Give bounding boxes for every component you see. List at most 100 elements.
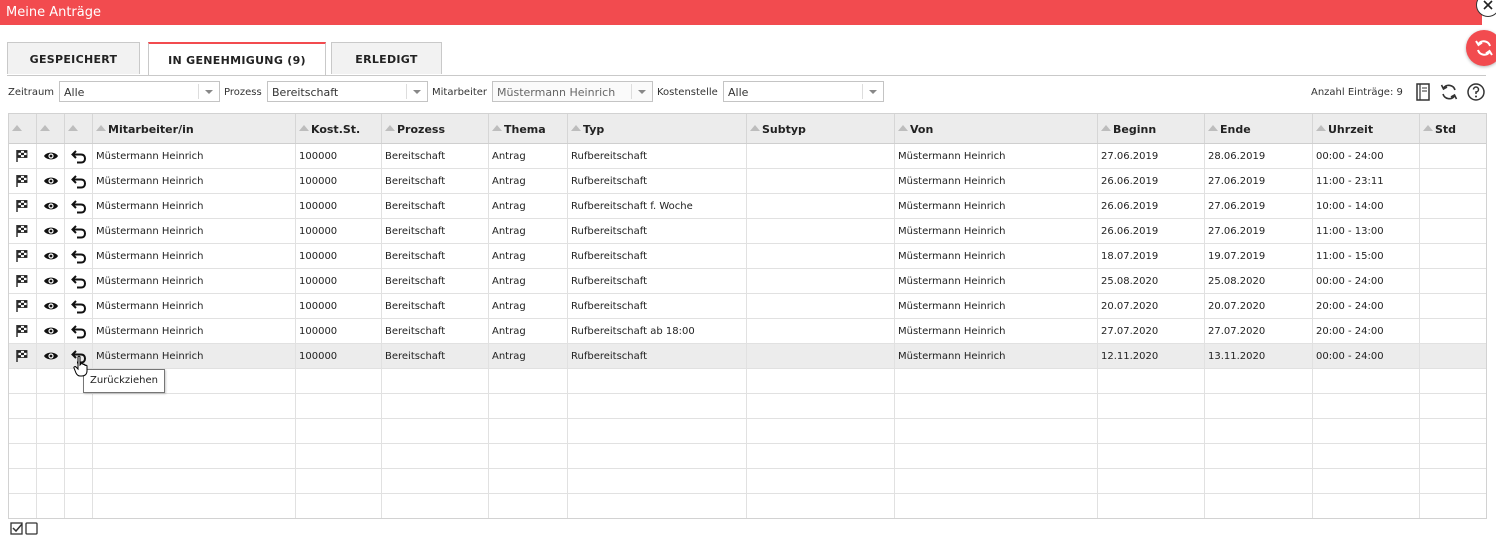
cell-beginn: 27.07.2020 — [1098, 319, 1205, 343]
empty-cell — [1313, 494, 1420, 518]
empty-table-row — [9, 419, 1486, 444]
column-header-mitarbeiter[interactable]: Mitarbeiter/in — [93, 114, 296, 143]
empty-cell — [895, 394, 1098, 418]
empty-table-row — [9, 444, 1486, 469]
refresh-button[interactable] — [1466, 30, 1496, 66]
cell-ende: 27.06.2019 — [1205, 219, 1313, 243]
column-header-uhrzeit[interactable]: Uhrzeit — [1313, 114, 1420, 143]
table-row[interactable]: Müstermann Heinrich 100000 Bereitschaft Ant… — [9, 144, 1486, 169]
cell-std — [1420, 144, 1486, 168]
empty-cell — [65, 494, 93, 518]
undo-icon[interactable] — [65, 219, 93, 243]
cell-ende: 27.07.2020 — [1205, 319, 1313, 343]
empty-cell — [568, 494, 747, 518]
empty-cell — [1420, 469, 1486, 493]
eye-icon[interactable] — [37, 194, 65, 218]
flag-icon[interactable] — [9, 219, 37, 243]
undo-icon[interactable] — [65, 144, 93, 168]
empty-cell — [382, 394, 489, 418]
undo-icon[interactable] — [65, 244, 93, 268]
eye-icon[interactable] — [37, 219, 65, 243]
empty-cell — [65, 444, 93, 468]
tab-gespeichert[interactable]: GESPEICHERT — [7, 42, 140, 74]
eye-icon[interactable] — [37, 244, 65, 268]
flag-icon[interactable] — [9, 269, 37, 293]
refresh-icon[interactable] — [1439, 82, 1459, 102]
cell-std — [1420, 219, 1486, 243]
undo-icon[interactable] — [65, 269, 93, 293]
checked-box-icon — [10, 522, 23, 535]
column-header-subtyp[interactable]: Subtyp — [747, 114, 895, 143]
kostenstelle-value: Alle — [728, 86, 749, 99]
kostenstelle-select[interactable]: Alle — [723, 81, 884, 102]
column-header-typ[interactable]: Typ — [568, 114, 747, 143]
empty-cell — [489, 369, 568, 393]
table-row[interactable]: Müstermann Heinrich 100000 Bereitschaft Ant… — [9, 244, 1486, 269]
mitarbeiter-select[interactable]: Müstermann Heinrich — [492, 81, 653, 102]
cell-beginn: 27.06.2019 — [1098, 144, 1205, 168]
sort-arrow-icon — [492, 125, 502, 131]
cell-beginn: 25.08.2020 — [1098, 269, 1205, 293]
cell-von: Müstermann Heinrich — [895, 169, 1098, 193]
tab-divider — [7, 75, 1486, 76]
flag-icon[interactable] — [9, 194, 37, 218]
help-icon[interactable] — [1466, 82, 1486, 102]
empty-cell — [747, 419, 895, 443]
empty-cell — [1098, 494, 1205, 518]
sort-arrow-icon — [385, 125, 395, 131]
table-row[interactable]: Müstermann Heinrich 100000 Bereitschaft Ant… — [9, 344, 1486, 369]
table-row[interactable]: Müstermann Heinrich 100000 Bereitschaft Ant… — [9, 319, 1486, 344]
flag-icon[interactable] — [9, 144, 37, 168]
column-header-std[interactable]: Std — [1420, 114, 1486, 143]
sort-arrow-icon — [750, 125, 760, 131]
tab-in-genehmigung[interactable]: IN GENEHMIGUNG (9) — [148, 42, 326, 76]
sort-arrow-icon — [1423, 125, 1433, 131]
table-row[interactable]: Müstermann Heinrich 100000 Bereitschaft Ant… — [9, 169, 1486, 194]
eye-icon[interactable] — [37, 319, 65, 343]
column-header-prozess[interactable]: Prozess — [382, 114, 489, 143]
column-header-action-1[interactable] — [9, 114, 37, 143]
cell-std — [1420, 244, 1486, 268]
select-all-toggle[interactable] — [10, 521, 40, 540]
undo-icon[interactable] — [65, 194, 93, 218]
column-header-ende[interactable]: Ende — [1205, 114, 1313, 143]
prozess-select[interactable]: Bereitschaft — [267, 81, 428, 102]
eye-icon[interactable] — [37, 269, 65, 293]
notebook-icon[interactable] — [1413, 82, 1433, 102]
table-row[interactable]: Müstermann Heinrich 100000 Bereitschaft Ant… — [9, 269, 1486, 294]
eye-icon[interactable] — [37, 144, 65, 168]
undo-icon[interactable] — [65, 319, 93, 343]
column-header-label: Ende — [1220, 123, 1251, 136]
flag-icon[interactable] — [9, 294, 37, 318]
undo-icon[interactable] — [65, 169, 93, 193]
flag-icon[interactable] — [9, 244, 37, 268]
cell-beginn: 20.07.2020 — [1098, 294, 1205, 318]
empty-cell — [93, 419, 296, 443]
cell-typ: Rufbereitschaft — [568, 244, 747, 268]
eye-icon[interactable] — [37, 294, 65, 318]
empty-cell — [1098, 444, 1205, 468]
column-header-action-3[interactable] — [65, 114, 93, 143]
empty-cell — [1420, 419, 1486, 443]
eye-icon[interactable] — [37, 344, 65, 368]
cell-ende: 27.06.2019 — [1205, 169, 1313, 193]
zeitraum-select[interactable]: Alle — [59, 81, 220, 102]
column-header-action-2[interactable] — [37, 114, 65, 143]
kostenstelle-label: Kostenstelle — [657, 87, 718, 98]
flag-icon[interactable] — [9, 169, 37, 193]
undo-icon[interactable] — [65, 294, 93, 318]
column-header-kostst[interactable]: Kost.St. — [296, 114, 382, 143]
tab-erledigt[interactable]: ERLEDIGT — [331, 42, 442, 74]
cell-std — [1420, 344, 1486, 368]
empty-cell — [489, 494, 568, 518]
column-header-von[interactable]: Von — [895, 114, 1098, 143]
table-row[interactable]: Müstermann Heinrich 100000 Bereitschaft Ant… — [9, 294, 1486, 319]
table-row[interactable]: Müstermann Heinrich 100000 Bereitschaft Ant… — [9, 219, 1486, 244]
flag-icon[interactable] — [9, 344, 37, 368]
cell-thema: Antrag — [489, 244, 568, 268]
eye-icon[interactable] — [37, 169, 65, 193]
table-row[interactable]: Müstermann Heinrich 100000 Bereitschaft Ant… — [9, 194, 1486, 219]
flag-icon[interactable] — [9, 319, 37, 343]
column-header-beginn[interactable]: Beginn — [1098, 114, 1205, 143]
column-header-thema[interactable]: Thema — [489, 114, 568, 143]
